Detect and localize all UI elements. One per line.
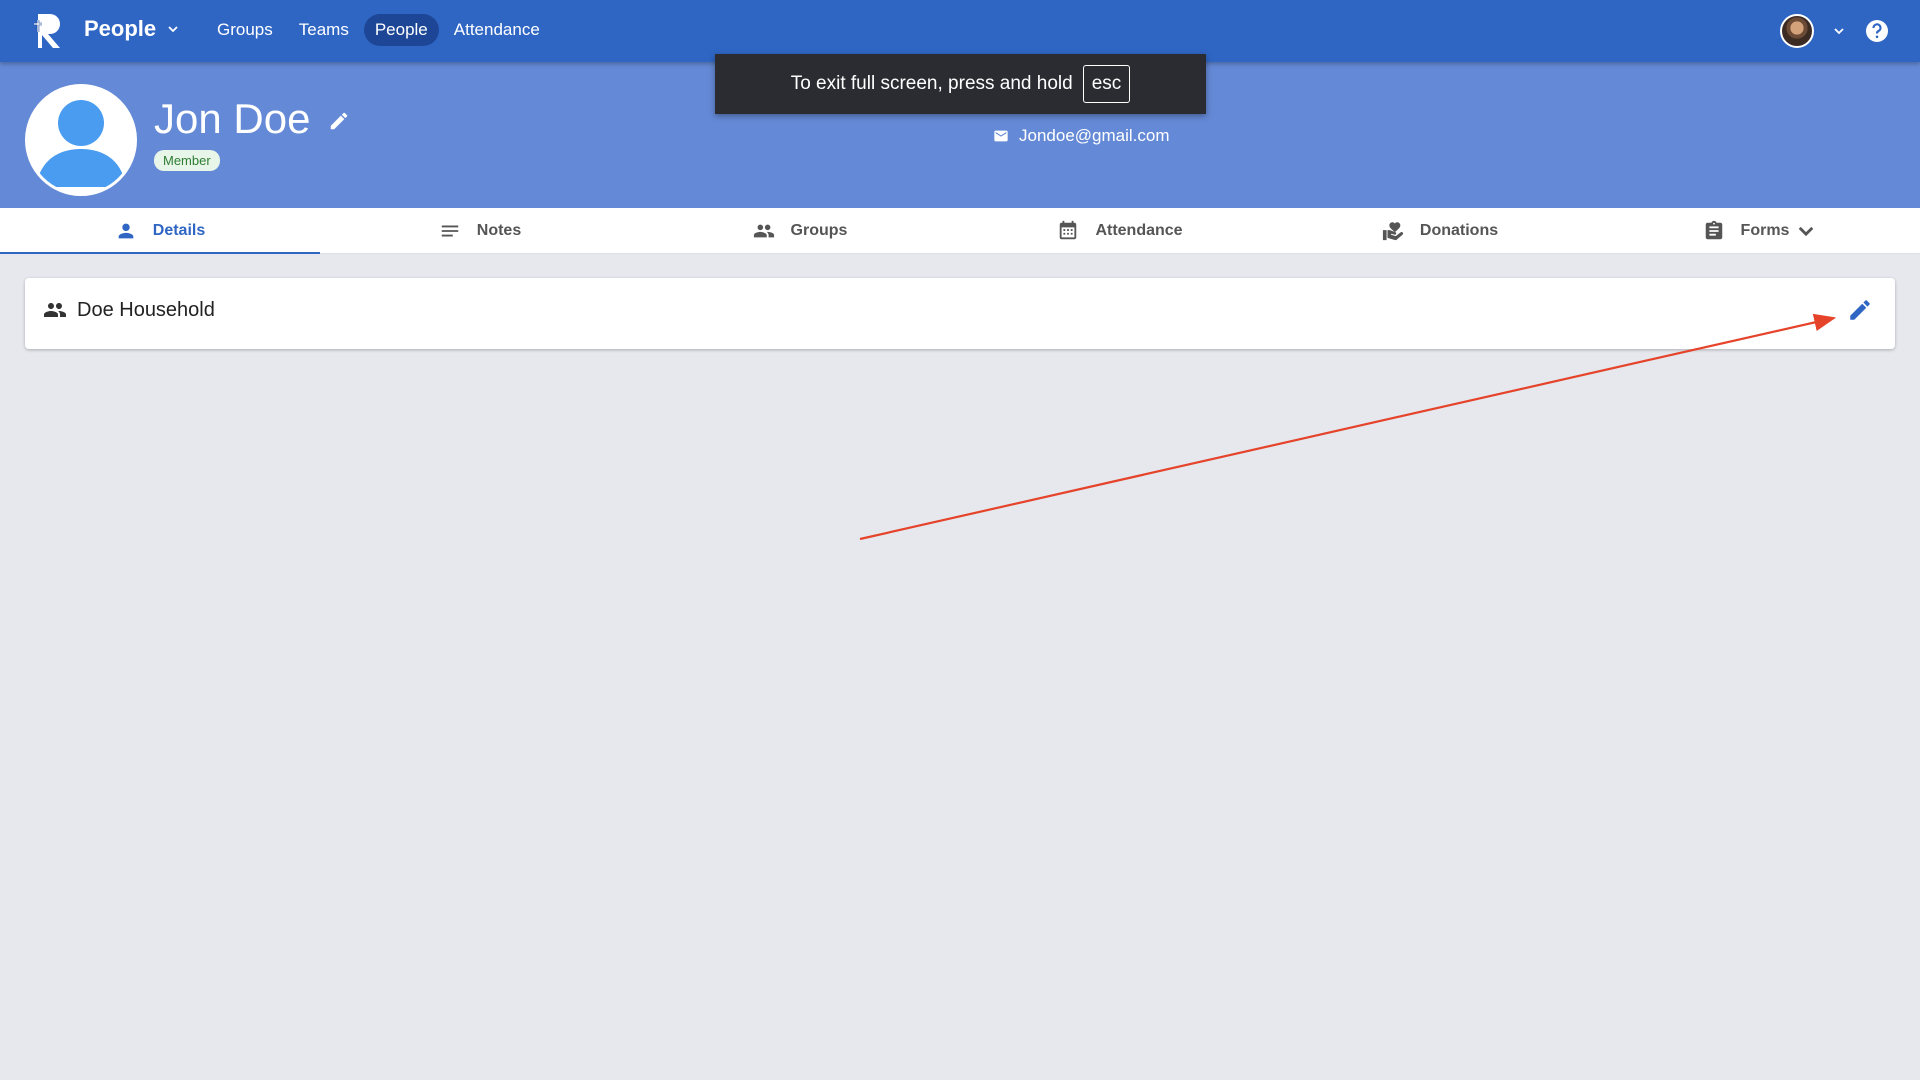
member-status-badge: Member: [154, 150, 220, 171]
church-logo-icon[interactable]: [30, 10, 72, 52]
email-address: Jondoe@gmail.com: [1019, 126, 1170, 145]
tab-forms[interactable]: Forms: [1600, 208, 1920, 253]
tab-donations[interactable]: Donations: [1280, 208, 1600, 253]
tab-groups-label: Groups: [790, 221, 848, 239]
mail-icon: [994, 130, 1008, 142]
tab-forms-label: Forms: [1740, 221, 1790, 239]
person-icon: [118, 223, 134, 238]
calendar-icon: [1060, 220, 1077, 239]
email-contact[interactable]: Jondoe@gmail.com: [993, 126, 1170, 146]
tab-notes[interactable]: Notes: [320, 208, 640, 253]
nav-link-people[interactable]: People: [363, 14, 439, 46]
profile-avatar[interactable]: [25, 84, 137, 196]
household-people-icon: [44, 303, 66, 317]
groups-icon: [753, 224, 774, 237]
user-area: [1780, 14, 1890, 48]
toast-text: To exit full screen, press and hold: [790, 73, 1073, 94]
tab-groups[interactable]: Groups: [640, 208, 960, 253]
donation-icon: [1382, 221, 1403, 240]
tab-details[interactable]: Details: [0, 208, 320, 254]
top-navbar: People Groups Teams People Attendance: [0, 0, 1920, 62]
clipboard-icon: [1705, 220, 1722, 239]
user-avatar[interactable]: [1780, 14, 1814, 48]
household-name: Doe Household: [77, 298, 215, 321]
fullscreen-exit-toast: To exit full screen, press and hold esc: [715, 54, 1206, 114]
household-title: Doe Household: [43, 298, 215, 322]
household-card: Doe Household: [25, 278, 1895, 349]
chevron-down-icon: [1799, 226, 1814, 236]
main-nav: Groups Teams People Attendance: [206, 14, 551, 46]
tab-details-label: Details: [152, 221, 206, 239]
person-placeholder-icon: [28, 87, 134, 193]
nav-link-attendance[interactable]: Attendance: [443, 14, 551, 46]
nav-link-teams[interactable]: Teams: [288, 14, 360, 46]
edit-household-pencil-icon[interactable]: [1847, 297, 1873, 323]
user-menu-chevron-icon[interactable]: [1832, 24, 1846, 38]
chevron-down-icon: [168, 26, 178, 33]
help-icon[interactable]: [1864, 18, 1890, 44]
app-switcher[interactable]: People: [84, 16, 180, 42]
esc-key-hint: esc: [1082, 65, 1131, 103]
tab-notes-label: Notes: [476, 221, 522, 239]
notes-icon: [441, 225, 459, 236]
tab-attendance[interactable]: Attendance: [960, 208, 1280, 253]
profile-tabs: Details Notes Groups Attendance Donation…: [0, 208, 1920, 254]
edit-name-pencil-icon[interactable]: [328, 110, 350, 132]
app-name: People: [84, 16, 157, 41]
tab-donations-label: Donations: [1419, 221, 1499, 239]
nav-link-groups[interactable]: Groups: [206, 14, 284, 46]
tab-attendance-label: Attendance: [1095, 221, 1183, 239]
person-name: Jon Doe: [154, 95, 311, 142]
